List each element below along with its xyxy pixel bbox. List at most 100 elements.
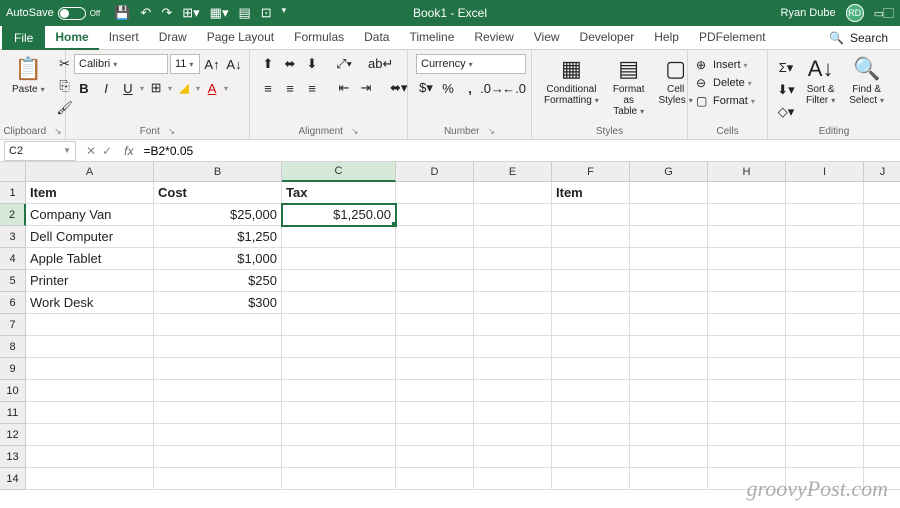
row-header[interactable]: 10 (0, 380, 26, 402)
cell[interactable] (786, 358, 864, 380)
tab-help[interactable]: Help (644, 26, 689, 50)
cell[interactable] (474, 248, 552, 270)
align-left-button[interactable]: ≡ (258, 78, 278, 98)
cell[interactable] (786, 292, 864, 314)
cancel-formula-button[interactable]: ✕ (86, 144, 96, 158)
column-header[interactable]: B (154, 162, 282, 182)
cell[interactable] (552, 248, 630, 270)
row-header[interactable]: 11 (0, 402, 26, 424)
cell[interactable] (864, 270, 900, 292)
cell[interactable] (282, 380, 396, 402)
cell[interactable] (396, 402, 474, 424)
cell[interactable] (864, 336, 900, 358)
cell[interactable] (282, 358, 396, 380)
increase-font-button[interactable]: A↑ (202, 54, 222, 74)
align-right-button[interactable]: ≡ (302, 78, 322, 98)
cell[interactable] (630, 446, 708, 468)
column-header[interactable]: J (864, 162, 900, 182)
cell[interactable]: Cost (154, 182, 282, 204)
comma-button[interactable]: , (460, 78, 480, 98)
dialog-launcher-icon[interactable]: ↘ (168, 126, 176, 137)
cell[interactable] (630, 336, 708, 358)
cell[interactable] (26, 402, 154, 424)
cell[interactable] (282, 270, 396, 292)
cell[interactable] (552, 424, 630, 446)
cell[interactable]: $1,250 (154, 226, 282, 248)
cell[interactable] (864, 358, 900, 380)
underline-button[interactable]: U (118, 78, 138, 98)
select-all-corner[interactable] (0, 162, 26, 182)
cell[interactable] (474, 468, 552, 490)
cell[interactable] (396, 204, 474, 226)
cell[interactable] (154, 358, 282, 380)
tab-formulas[interactable]: Formulas (284, 26, 354, 50)
cell[interactable] (396, 336, 474, 358)
cell[interactable] (708, 314, 786, 336)
tab-pdfelement[interactable]: PDFelement (689, 26, 776, 50)
dialog-launcher-icon[interactable]: ↘ (54, 126, 62, 137)
column-header[interactable]: F (552, 162, 630, 182)
row-header[interactable]: 5 (0, 270, 26, 292)
cell[interactable] (552, 292, 630, 314)
cell[interactable] (552, 358, 630, 380)
user-avatar[interactable]: RD (846, 4, 864, 22)
cell[interactable] (708, 270, 786, 292)
cell[interactable] (630, 226, 708, 248)
cell[interactable] (552, 314, 630, 336)
cell[interactable] (282, 314, 396, 336)
cell[interactable]: Dell Computer (26, 226, 154, 248)
cell[interactable]: $1,250.00+ (282, 204, 396, 226)
fx-icon[interactable]: fx (118, 144, 139, 158)
clear-button[interactable]: ◇▾ (776, 102, 796, 122)
cell[interactable] (708, 226, 786, 248)
cell[interactable] (786, 446, 864, 468)
column-header[interactable]: H (708, 162, 786, 182)
cell[interactable] (154, 402, 282, 424)
font-name-select[interactable]: Calibri (74, 54, 168, 74)
cell[interactable] (154, 446, 282, 468)
cell[interactable] (864, 226, 900, 248)
cell[interactable] (474, 226, 552, 248)
cell[interactable] (864, 182, 900, 204)
cell[interactable]: Company Van (26, 204, 154, 226)
cell[interactable] (396, 270, 474, 292)
cell[interactable] (396, 446, 474, 468)
cell[interactable] (786, 204, 864, 226)
name-box[interactable]: C2 ▼ (4, 141, 76, 161)
cell[interactable] (474, 182, 552, 204)
cell[interactable] (26, 314, 154, 336)
qat-item-icon[interactable]: ▤ (238, 5, 250, 21)
cell[interactable] (786, 314, 864, 336)
tab-draw[interactable]: Draw (149, 26, 197, 50)
cell[interactable] (864, 204, 900, 226)
align-bottom-button[interactable]: ⬇ (302, 54, 322, 74)
percent-button[interactable]: % (438, 78, 458, 98)
cell[interactable]: Tax (282, 182, 396, 204)
cell[interactable] (26, 424, 154, 446)
align-center-button[interactable]: ≡ (280, 78, 300, 98)
cell[interactable] (396, 226, 474, 248)
cell[interactable] (474, 270, 552, 292)
tab-timeline[interactable]: Timeline (399, 26, 464, 50)
cell[interactable] (708, 380, 786, 402)
decrease-indent-button[interactable]: ⇤ (334, 78, 354, 98)
cell[interactable] (630, 248, 708, 270)
tab-review[interactable]: Review (464, 26, 523, 50)
cell[interactable] (552, 446, 630, 468)
cell[interactable] (786, 380, 864, 402)
row-header[interactable]: 14 (0, 468, 26, 490)
qat-item-icon[interactable]: ⊡ (261, 5, 272, 21)
cell[interactable] (282, 292, 396, 314)
wrap-text-button[interactable]: ab↵ (364, 54, 397, 74)
fill-button[interactable]: ⬇▾ (776, 80, 796, 100)
conditional-formatting-button[interactable]: ▦ Conditional Formatting (540, 54, 603, 108)
cell[interactable]: Work Desk (26, 292, 154, 314)
column-header[interactable]: I (786, 162, 864, 182)
cell[interactable] (154, 314, 282, 336)
cell[interactable] (154, 468, 282, 490)
cell[interactable] (708, 358, 786, 380)
cell[interactable] (786, 402, 864, 424)
font-color-button[interactable]: A (202, 78, 222, 98)
save-icon[interactable]: 💾 (114, 5, 130, 21)
decrease-decimal-button[interactable]: ←.0 (504, 78, 524, 98)
